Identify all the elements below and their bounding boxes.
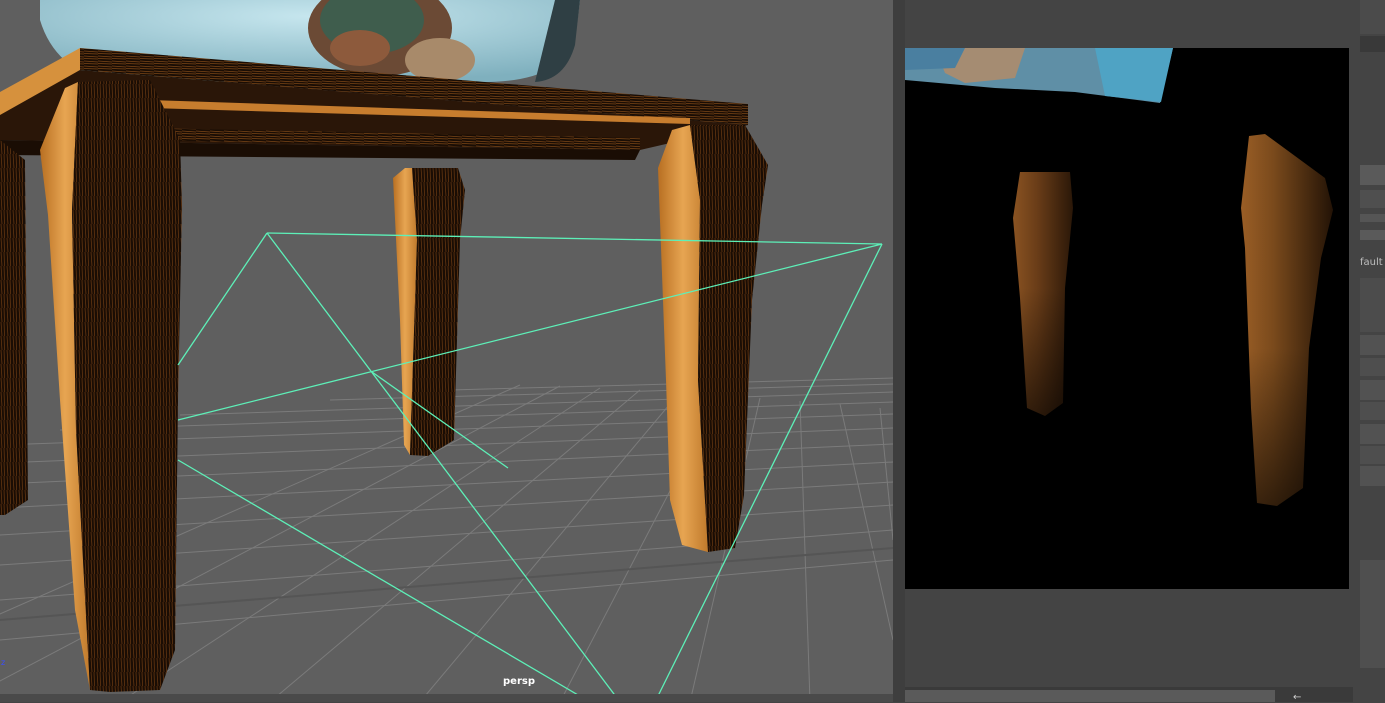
viewport-bottom-strip [0,694,893,702]
ae-field-3[interactable] [1360,230,1385,240]
table-leg-left-edge [0,140,28,515]
viewport-scene[interactable] [0,0,893,702]
ae-partial-label: fault [1360,257,1383,268]
render-image-content [905,48,1333,508]
camera-frustum [177,232,883,702]
ae-divider [1360,214,1385,222]
ae-lower-panel [1360,560,1385,668]
rendered-image[interactable] [905,48,1349,589]
render-horizontal-scrollbar[interactable] [905,690,1275,702]
axis-indicator-z: z [1,658,6,667]
ae-header-bar [1360,36,1385,52]
camera-name-label: persp [503,676,535,687]
ae-field-10[interactable] [1360,466,1385,486]
ae-field-7[interactable] [1360,402,1385,420]
ae-field-5[interactable] [1360,358,1385,376]
ae-field-6[interactable] [1360,380,1385,400]
ae-field-2[interactable] [1360,190,1385,208]
render-view-panel: ← [905,0,1353,703]
ae-field-8[interactable] [1360,424,1385,444]
table-leg-front-left [40,80,182,692]
ae-section [1360,278,1385,332]
attribute-editor-edge: fault [1353,0,1385,702]
ae-tab-strip [1360,0,1385,34]
render-view-toolbar [905,0,1353,48]
perspective-viewport[interactable]: z persp [0,0,893,702]
render-view-bottom-area [905,589,1353,687]
left-arrow-icon[interactable]: ← [1293,692,1301,703]
table-leg-back-right [658,125,768,552]
ae-field-1[interactable] [1360,165,1385,185]
panel-splitter[interactable] [893,0,905,702]
ae-field-4[interactable] [1360,335,1385,355]
ae-field-9[interactable] [1360,446,1385,464]
